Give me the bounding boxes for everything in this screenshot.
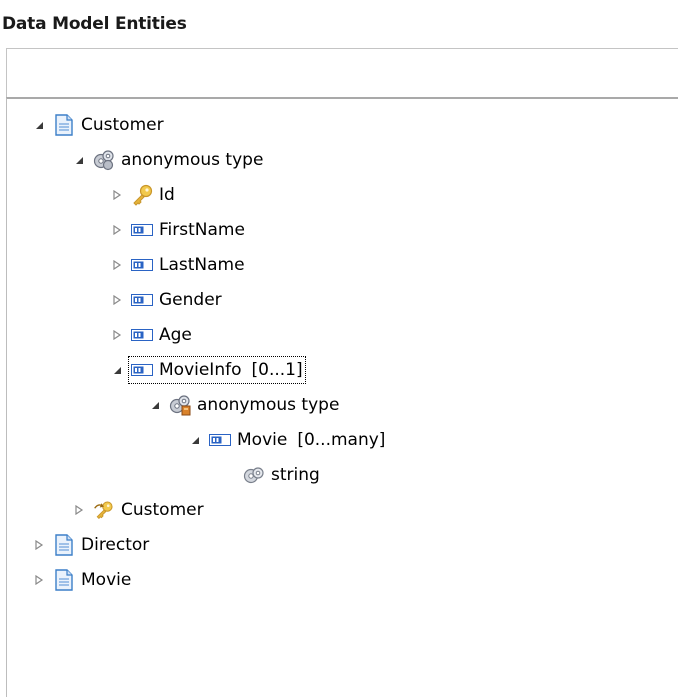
multiplicity-label: [0...many] — [297, 430, 386, 450]
collapsed-arrow-icon[interactable] — [109, 257, 125, 273]
collapsed-arrow-icon[interactable] — [109, 292, 125, 308]
field-icon — [131, 289, 153, 311]
tree-node-anonymous-type-nested[interactable]: anonymous type — [147, 389, 339, 421]
gears-icon — [169, 394, 191, 416]
expanded-arrow-icon[interactable] — [147, 397, 163, 413]
collapsed-arrow-icon[interactable] — [109, 187, 125, 203]
field-icon — [131, 254, 153, 276]
tree-node-label: Age — [159, 325, 192, 345]
tree-node-director[interactable]: Director — [31, 529, 149, 561]
document-icon — [53, 569, 75, 591]
expanded-arrow-icon[interactable] — [187, 432, 203, 448]
field-icon — [209, 429, 231, 451]
filter-field[interactable] — [6, 48, 678, 97]
tree-node-focused-row: MovieInfo [0...1] — [128, 356, 306, 384]
tree-node-label: LastName — [159, 255, 245, 275]
tree-node-gender[interactable]: Gender — [109, 284, 222, 316]
foreign-key-icon — [93, 499, 115, 521]
tree-node-label: anonymous type — [197, 395, 340, 415]
tree-node-customer[interactable]: Customer — [31, 109, 164, 141]
tree-node-label: Director — [81, 535, 150, 555]
key-icon — [131, 184, 153, 206]
document-icon — [53, 534, 75, 556]
collapsed-arrow-icon[interactable] — [109, 222, 125, 238]
tree-node-label: Customer — [81, 115, 164, 135]
tree-node-lastname[interactable]: LastName — [109, 249, 245, 281]
collapsed-arrow-icon[interactable] — [31, 537, 47, 553]
collapsed-arrow-icon[interactable] — [71, 502, 87, 518]
tree-node-label: FirstName — [159, 220, 245, 240]
tree-node-movieinfo[interactable]: MovieInfo [0...1] — [109, 354, 306, 386]
panel-title: Data Model Entities — [2, 14, 187, 34]
expanded-arrow-icon[interactable] — [31, 117, 47, 133]
filter-input[interactable] — [7, 49, 678, 97]
tree-node-firstname[interactable]: FirstName — [109, 214, 245, 246]
tree-node-label: Id — [159, 185, 175, 205]
tree-node-customer-key[interactable]: Customer — [71, 494, 204, 526]
tree-node-label: Movie — [237, 430, 288, 450]
entity-tree[interactable]: Customer anonymous type Id FirstName Las… — [6, 97, 678, 697]
simple-type-icon — [243, 464, 265, 486]
document-icon — [53, 114, 75, 136]
tree-node-label: MovieInfo — [159, 360, 242, 380]
field-icon — [131, 359, 153, 381]
multiplicity-label: [0...1] — [251, 360, 303, 380]
expanded-arrow-icon[interactable] — [109, 362, 125, 378]
tree-node-string[interactable]: string — [221, 459, 320, 491]
field-icon — [131, 324, 153, 346]
gears-icon — [93, 149, 115, 171]
tree-node-anonymous-type[interactable]: anonymous type — [71, 144, 263, 176]
tree-node-label: Gender — [159, 290, 222, 310]
tree-node-label: string — [271, 465, 320, 485]
tree-node-label: Customer — [121, 500, 204, 520]
expanded-arrow-icon[interactable] — [71, 152, 87, 168]
field-icon — [131, 219, 153, 241]
tree-node-movie-element[interactable]: Movie [0...many] — [187, 424, 385, 456]
collapsed-arrow-icon[interactable] — [31, 572, 47, 588]
tree-node-movie[interactable]: Movie — [31, 564, 131, 596]
tree-node-age[interactable]: Age — [109, 319, 192, 351]
collapsed-arrow-icon[interactable] — [109, 327, 125, 343]
tree-node-id[interactable]: Id — [109, 179, 175, 211]
tree-node-label: Movie — [81, 570, 132, 590]
tree-node-label: anonymous type — [121, 150, 264, 170]
